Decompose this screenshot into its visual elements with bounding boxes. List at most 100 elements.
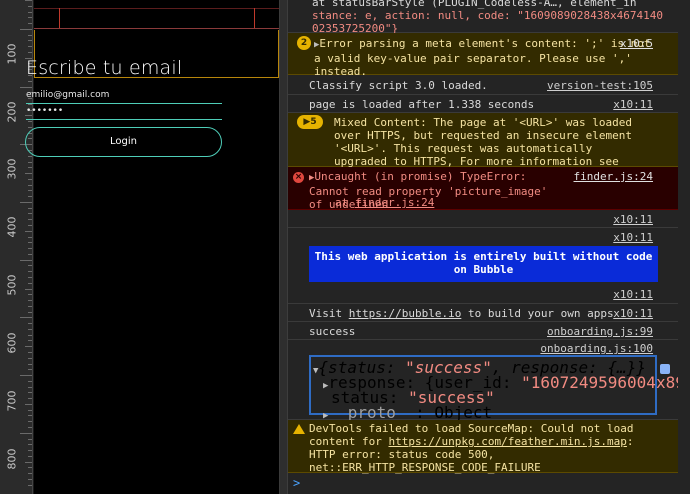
ruler-tick	[25, 461, 32, 463]
ruler-tick	[28, 473, 32, 475]
ruler-tick	[28, 421, 32, 423]
ruler-tick	[28, 265, 32, 267]
source-link[interactable]: x10:11	[613, 307, 653, 320]
ruler-label: 800	[5, 448, 19, 470]
ruler-tick	[28, 248, 32, 250]
device-preview-pane: 100 200 300 400 500 600 700 800 Escribe tu emai…	[0, 0, 287, 494]
ruler-tick	[28, 398, 32, 400]
sourcemap-link[interactable]: https://unpkg.com/feather.min.js.map	[388, 435, 626, 448]
ruler-tick	[28, 126, 32, 128]
source-link[interactable]: x10:11	[613, 288, 653, 301]
source-link[interactable]: x10:11	[613, 231, 653, 244]
object-inspector[interactable]: ▼{status: "success", response: {…}} ▶res…	[309, 355, 690, 422]
ruler-tick	[28, 311, 32, 313]
source-link[interactable]: x10:5	[620, 37, 653, 50]
console-warning[interactable]: DevTools failed to load SourceMap: Could…	[288, 420, 690, 474]
ruler-tick	[20, 28, 32, 30]
ruler-tick	[28, 178, 32, 180]
ruler-tick	[28, 369, 32, 371]
ruler-tick	[28, 450, 32, 452]
ruler-tick	[28, 121, 32, 123]
device-scrollbar[interactable]	[279, 0, 287, 494]
page-title: Escribe tu email	[26, 57, 183, 79]
email-field[interactable]: emilio@gmail.com	[26, 88, 222, 104]
ruler-tick	[28, 207, 32, 209]
ruler-tick	[28, 363, 32, 365]
source-link[interactable]: version-test:105	[547, 79, 653, 92]
console-error[interactable]: × ▶Uncaught (in promise) TypeError: Cann…	[288, 167, 690, 211]
ruler-tick	[28, 300, 32, 302]
source-link[interactable]: x10:11	[613, 213, 653, 226]
ruler-tick	[28, 323, 32, 325]
console-message-fragment: at statusBarStyle (PLUGIN_Codeless-A…, e…	[288, 0, 690, 35]
ruler-tick	[20, 259, 32, 261]
source-link[interactable]: finder.js:24	[574, 170, 653, 183]
ruler-tick	[28, 167, 32, 169]
ruler-tick	[28, 438, 32, 440]
ruler-tick	[28, 380, 32, 382]
fragment-line-1: at statusBarStyle (PLUGIN_Codeless-A…, e…	[312, 0, 637, 9]
source-link[interactable]: x10:11	[613, 98, 653, 111]
console-scrollbar[interactable]	[678, 0, 690, 494]
ruler-tick	[28, 80, 32, 82]
ruler-tick	[28, 213, 32, 215]
ruler-label: 700	[5, 390, 19, 412]
ruler-label: 300	[5, 158, 19, 180]
console-log: success onboarding.js:99	[288, 322, 690, 340]
error-icon: ×	[293, 172, 304, 183]
ruler-tick	[28, 328, 32, 330]
console-warning[interactable]: 2 ▶Error parsing a meta element's conten…	[288, 33, 690, 78]
warning-text: Error parsing a meta element's content: …	[314, 37, 658, 78]
ruler-tick	[28, 225, 32, 227]
ruler-tick	[28, 282, 32, 284]
outline-line	[34, 8, 279, 9]
ruler-tick	[28, 271, 32, 273]
login-button[interactable]: Login	[25, 127, 222, 157]
ruler-tick	[28, 467, 32, 469]
bubble-link[interactable]: https://bubble.io	[349, 307, 462, 320]
ruler-tick	[28, 253, 32, 255]
ruler-tick	[20, 317, 32, 319]
ruler-tick	[25, 173, 32, 175]
ruler-tick	[28, 276, 32, 278]
source-link[interactable]: onboarding.js:99	[547, 325, 653, 338]
ruler-tick	[28, 51, 32, 53]
console-log: x10:11	[288, 286, 690, 304]
outline-marker-right	[254, 8, 255, 28]
ruler-tick	[28, 190, 32, 192]
ruler-tick	[28, 196, 32, 198]
ruler-tick	[28, 351, 32, 353]
fragment-line-2: stance: e, action: null, code: "16090890…	[312, 9, 663, 22]
devtools-console: at statusBarStyle (PLUGIN_Codeless-A…, e…	[287, 0, 690, 494]
ruler-label: 400	[5, 216, 19, 238]
source-link[interactable]: onboarding.js:100	[540, 342, 653, 355]
ruler-label: 500	[5, 274, 19, 296]
repeat-count-badge: ▶5	[297, 115, 323, 129]
ruler-tick	[28, 455, 32, 457]
stack-link[interactable]: finder.js:24	[355, 196, 434, 209]
ruler-tick	[28, 5, 32, 7]
ruler-tick	[28, 392, 32, 394]
ruler-label: 600	[5, 332, 19, 354]
ruler-tick	[28, 23, 32, 25]
outline-marker-left	[59, 8, 60, 28]
ruler-tick	[28, 161, 32, 163]
console-prompt[interactable]: >	[293, 476, 300, 490]
ruler-tick	[28, 17, 32, 19]
ruler-tick	[28, 294, 32, 296]
ruler-tick	[28, 386, 32, 388]
ruler-tick	[28, 415, 32, 417]
ruler-tick	[20, 201, 32, 203]
ruler-tick	[25, 0, 32, 1]
ruler-tick	[28, 184, 32, 186]
console-log: Visit https://bubble.io to build your ow…	[288, 304, 690, 322]
bubble-banner: This web application is entirely built w…	[309, 246, 658, 282]
console-warning[interactable]: ▶5 Mixed Content: The page at '<URL>' wa…	[288, 113, 690, 181]
ruler-tick	[28, 478, 32, 480]
password-field[interactable]: •••••••	[26, 104, 222, 120]
ruler-tick	[25, 346, 32, 348]
log-text: page is loaded after 1.338 seconds	[309, 98, 535, 111]
ruler-tick	[28, 340, 32, 342]
console-log: Classify script 3.0 loaded. version-test…	[288, 75, 690, 95]
ruler-tick	[28, 242, 32, 244]
